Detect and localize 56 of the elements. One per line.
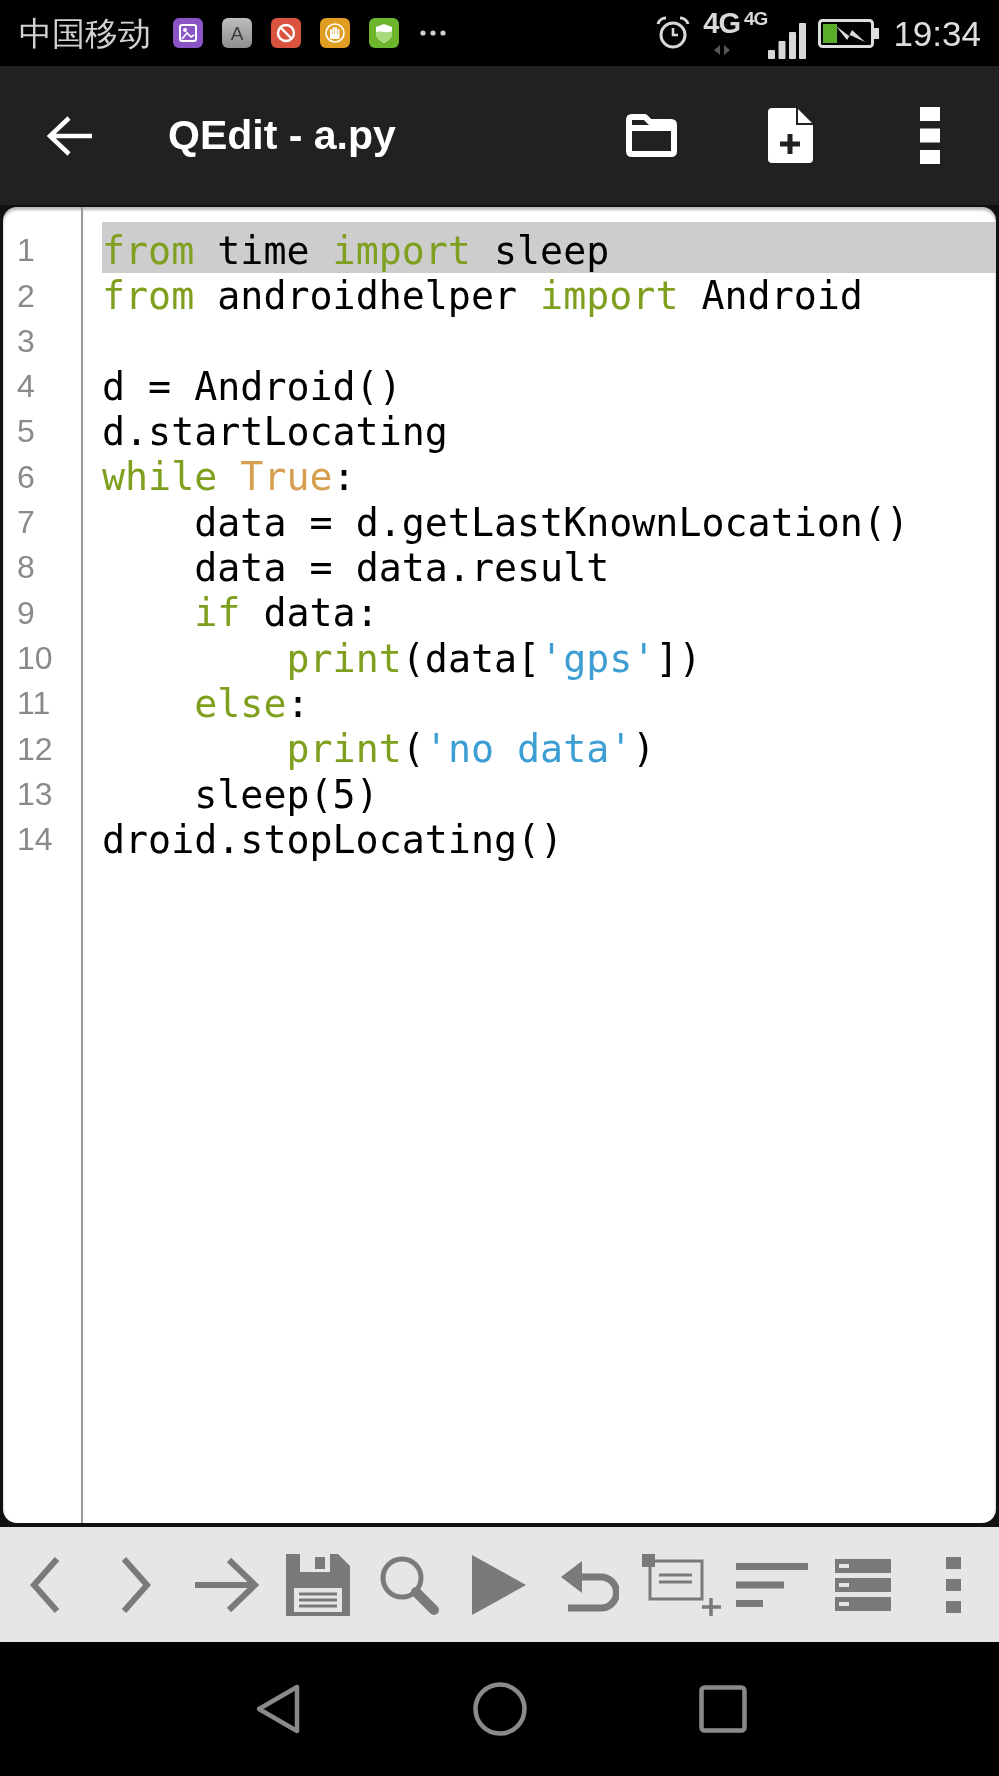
code-line: print('no data') [286,726,656,772]
code-line: if data: [194,590,379,636]
line-number: 9 [17,594,35,632]
signal-type-label: 4G [744,9,768,28]
line-number: 3 [17,322,35,360]
line-number: 13 [17,775,53,813]
play-icon[interactable] [472,1554,527,1615]
carrier-name: 中国移动 [19,16,151,50]
back-icon[interactable] [255,1683,301,1735]
chevron-right-icon[interactable] [120,1555,153,1614]
line-number: 4 [17,368,35,405]
code-line: print(data['gps']) [286,635,702,681]
code-line: else: [194,680,310,727]
network-type-label: 4G [703,7,741,39]
more-vertical-icon[interactable] [920,107,940,164]
line-number: 1 [17,232,35,270]
picture-app-icon [173,18,203,48]
frame-plus-icon[interactable] [641,1553,721,1616]
back-arrow-icon[interactable] [47,115,93,156]
line-number: 11 [17,685,51,722]
lines-icon[interactable] [735,1562,808,1607]
clock-time: 19:34 [893,15,981,51]
code-line: d.startLocating [102,409,448,455]
alarm-clock-icon [656,16,691,50]
stacked-bars-icon[interactable] [834,1558,891,1611]
line-number: 10 [17,639,53,677]
code-line: data = data.result [194,545,610,591]
line-number: 12 [17,730,53,768]
app-title: QEdit - a.py [168,110,396,160]
code-line: data = d.getLastKnownLocation() [194,499,909,546]
shield-app-icon [369,18,399,48]
line-number: 5 [17,413,35,451]
code-line: from androidhelper import Android [102,273,863,319]
line-number: 6 [17,458,35,496]
file-plus-icon[interactable] [768,108,813,163]
line-number: 8 [17,549,35,587]
chevron-left-icon[interactable] [29,1555,62,1614]
line-number: 2 [17,277,35,315]
hand-app-icon [320,18,350,48]
battery-charging-icon [818,18,880,48]
signal-strength-icon [768,23,807,59]
line-number: 14 [17,821,53,858]
letter-app-icon: A [222,18,252,48]
home-icon[interactable] [473,1682,527,1736]
recent-apps-icon[interactable] [699,1685,747,1733]
data-arrows-icon [713,45,730,55]
line-number: 7 [17,504,35,541]
code-line: droid.stopLocating() [102,816,564,863]
code-line: sleep(5) [194,771,379,817]
prohibition-sign-app-icon [271,18,301,48]
folder-icon[interactable] [626,114,677,157]
code-line: while True: [102,454,356,500]
code-line: d = Android() [102,363,402,410]
more-notifications-icon [420,30,446,36]
save-icon[interactable] [285,1553,350,1616]
arrow-right-icon[interactable] [195,1555,260,1614]
